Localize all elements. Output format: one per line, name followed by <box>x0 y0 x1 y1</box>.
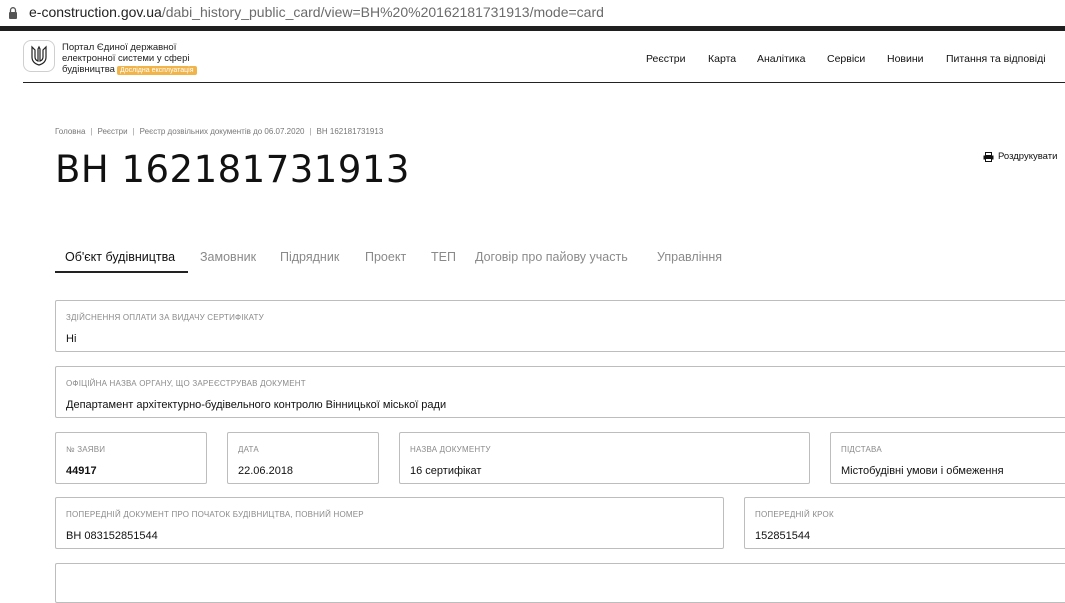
field-document-name: Назва документу 16 сертифікат <box>399 432 810 484</box>
field-previous-document: Попередній документ про початок будівниц… <box>55 497 724 549</box>
address-bar[interactable]: e-construction.gov.ua/dabi_history_publi… <box>0 0 1065 27</box>
breadcrumb-home[interactable]: Головна <box>55 127 85 136</box>
nav-registries[interactable]: Реєстри <box>646 53 686 65</box>
printer-icon <box>983 151 994 162</box>
breadcrumb-separator: | <box>132 127 135 136</box>
field-authority: Офіційна назва органу, що зареєстрував д… <box>55 366 1065 418</box>
breadcrumb-current: ВН 162181731913 <box>316 127 384 136</box>
field-label: Попередній документ про початок будівниц… <box>66 510 364 519</box>
active-tab-indicator <box>55 271 188 273</box>
header-divider <box>23 82 1065 83</box>
field-value: 152851544 <box>755 530 811 542</box>
tab-tep[interactable]: ТЕП <box>431 250 456 264</box>
field-payment: Здійснення оплати за видачу сертифікату … <box>55 300 1065 352</box>
url-domain: e-construction.gov.ua <box>29 4 162 20</box>
field-value: Департамент архітектурно-будівельного ко… <box>66 399 447 411</box>
print-button[interactable]: Роздрукувати <box>983 151 1057 162</box>
field-label: Здійснення оплати за видачу сертифікату <box>66 313 264 322</box>
lock-icon <box>9 7 17 19</box>
coat-of-arms-logo[interactable] <box>23 40 55 72</box>
tab-project[interactable]: Проект <box>365 250 406 264</box>
nav-services[interactable]: Сервіси <box>827 53 865 65</box>
nav-analytics[interactable]: Аналітика <box>757 53 805 65</box>
tab-construction-object[interactable]: Об'єкт будівництва <box>65 250 175 264</box>
field-label: Підстава <box>841 445 882 454</box>
field-application-number: № заяви 44917 <box>55 432 207 484</box>
field-basis: Підстава Містобудівні умови і обмеження <box>830 432 1065 484</box>
tab-customer[interactable]: Замовник <box>200 250 256 264</box>
field-value: 22.06.2018 <box>238 465 294 477</box>
field-value: 44917 <box>66 465 97 477</box>
field-label: Назва документу <box>410 445 491 454</box>
page-title: ВН 162181731913 <box>55 148 410 191</box>
field-label: Попередній крок <box>755 510 834 519</box>
breadcrumb: Головна | Реєстри | Реєстр дозвільних докуме… <box>55 127 383 136</box>
field-value: Ні <box>66 333 77 345</box>
beta-badge: Дослідна експлуатація <box>116 66 197 75</box>
url-text[interactable]: e-construction.gov.ua/dabi_history_publi… <box>29 4 604 20</box>
print-label: Роздрукувати <box>998 151 1058 162</box>
nav-faq[interactable]: Питання та відповіді <box>946 53 1046 65</box>
trident-icon <box>31 45 47 66</box>
field-date: Дата 22.06.2018 <box>227 432 379 484</box>
toolbar-strip <box>0 26 1065 31</box>
breadcrumb-registries[interactable]: Реєстри <box>97 127 127 136</box>
breadcrumb-separator: | <box>309 127 312 136</box>
tab-contractor[interactable]: Підрядник <box>280 250 339 264</box>
breadcrumb-registry[interactable]: Реєстр дозвільних документів до 06.07.20… <box>140 127 305 136</box>
field-label: Офіційна назва органу, що зареєстрував д… <box>66 379 306 388</box>
portal-title[interactable]: Портал Єдиної державної електронної сист… <box>62 42 222 75</box>
field-value: Містобудівні умови і обмеження <box>841 465 1004 477</box>
field-previous-step: Попередній крок 152851544 <box>744 497 1065 549</box>
field-value: 16 сертифікат <box>410 465 482 477</box>
field-next <box>55 563 1065 603</box>
nav-news[interactable]: Новини <box>887 53 924 65</box>
tab-equity-agreement[interactable]: Договір про пайову участь <box>475 250 628 264</box>
nav-map[interactable]: Карта <box>708 53 736 65</box>
url-path: /dabi_history_public_card/view=ВН%20%201… <box>161 4 604 20</box>
field-label: Дата <box>238 445 259 454</box>
field-label: № заяви <box>66 445 106 454</box>
field-value: ВН 083152851544 <box>66 530 158 542</box>
breadcrumb-separator: | <box>90 127 93 136</box>
tab-management[interactable]: Управління <box>657 250 722 264</box>
